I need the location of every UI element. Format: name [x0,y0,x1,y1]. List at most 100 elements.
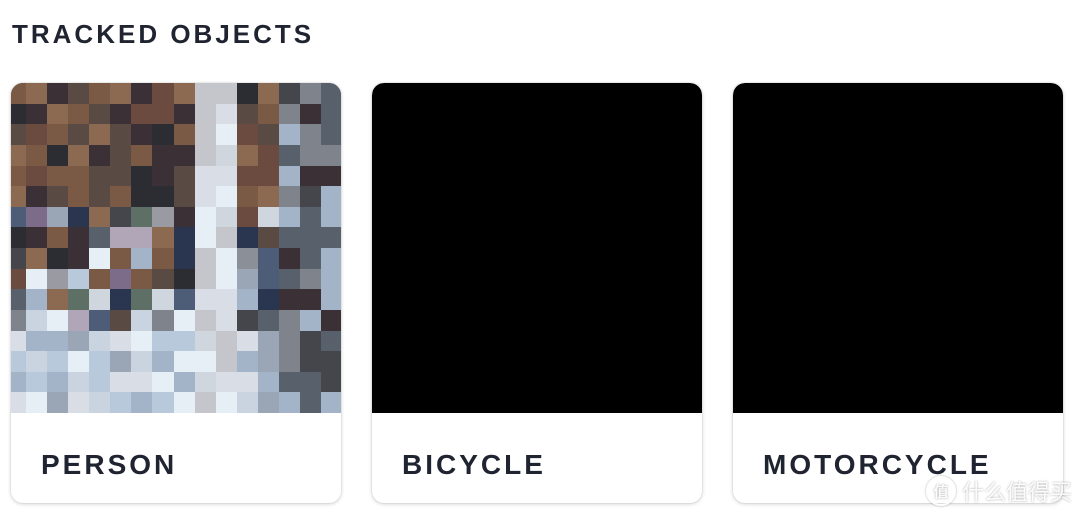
mosaic-pixel [68,227,90,248]
mosaic-pixel [236,289,258,310]
mosaic-pixel [320,144,341,166]
mosaic-pixel [257,268,279,290]
mosaic-pixel [26,227,48,248]
mosaic-pixel [320,206,341,228]
mosaic-pixel [47,289,69,310]
mosaic-pixel [299,103,321,125]
mosaic-pixel [194,165,216,187]
mosaic-pixel [278,103,300,125]
mosaic-pixel [131,186,153,207]
mosaic-pixel [194,206,216,228]
mosaic-pixel [257,351,279,372]
bicycle-snapshot-image [372,83,702,413]
mosaic-pixel [299,289,321,310]
mosaic-pixel [89,289,111,310]
mosaic-pixel [47,268,69,290]
mosaic-pixel [152,351,174,372]
card-label-person: PERSON [41,449,178,480]
mosaic-pixel [11,186,27,207]
mosaic-pixel [299,392,321,413]
mosaic-pixel [152,289,174,310]
mosaic-pixel [89,309,111,331]
mosaic-pixel [278,392,300,413]
mosaic-pixel [110,268,132,290]
mosaic-pixel [173,371,195,393]
mosaic-pixel [278,268,300,290]
mosaic-pixel [68,351,90,372]
mosaic-pixel [89,351,111,372]
mosaic-pixel [68,144,90,166]
mosaic-pixel [89,268,111,290]
mosaic-pixel [89,103,111,125]
mosaic-pixel [131,392,153,413]
mosaic-pixel [215,144,237,166]
mosaic-pixel [299,83,321,104]
mosaic-pixel [152,227,174,248]
mosaic-pixel [257,83,279,104]
mosaic-pixel [152,248,174,269]
mosaic-pixel [47,124,69,145]
mosaic-pixel [257,289,279,310]
mosaic-pixel [278,351,300,372]
mosaic-pixel [89,330,111,352]
mosaic-pixel [47,330,69,352]
mosaic-pixel [68,392,90,413]
mosaic-pixel [194,309,216,331]
mosaic-pixel [26,248,48,269]
watermark-text: 什么值得买 [961,480,1072,505]
mosaic-pixel [299,330,321,352]
mosaic-pixel [68,103,90,125]
mosaic-pixel [173,351,195,372]
mosaic-pixel [236,144,258,166]
mosaic-pixel [110,144,132,166]
mosaic-pixel [11,248,27,269]
mosaic-pixel [320,371,341,393]
mosaic-pixel [278,124,300,145]
mosaic-pixel [278,330,300,352]
mosaic-pixel [152,268,174,290]
mosaic-pixel [320,268,341,290]
mosaic-pixel [152,165,174,187]
mosaic-pixel [26,186,48,207]
mosaic-pixel [152,206,174,228]
mosaic-pixel [110,83,132,104]
mosaic-pixel [173,83,195,104]
mosaic-pixel [173,124,195,145]
mosaic-pixel [320,165,341,187]
mosaic-pixel [320,124,341,145]
mosaic-pixel [257,124,279,145]
mosaic-pixel [152,83,174,104]
mosaic-pixel [11,83,27,104]
mosaic-pixel [299,144,321,166]
mosaic-pixel [110,124,132,145]
mosaic-pixel [194,124,216,145]
person-snapshot-image [11,83,341,413]
tracked-object-card-person[interactable]: PERSON [11,83,341,503]
mosaic-pixel [89,124,111,145]
card-label-bicycle: BICYCLE [402,449,546,480]
mosaic-pixel [68,124,90,145]
mosaic-pixel [68,268,90,290]
tracked-object-card-motorcycle[interactable]: MOTORCYCLE [733,83,1063,503]
mosaic-pixel [320,330,341,352]
mosaic-pixel [173,309,195,331]
mosaic-pixel [320,289,341,310]
mosaic-pixel [89,392,111,413]
mosaic-pixel [110,371,132,393]
tracked-object-card-bicycle[interactable]: BICYCLE [372,83,702,503]
mosaic-pixel [215,371,237,393]
mosaic-pixel [47,351,69,372]
mosaic-pixel [11,144,27,166]
mosaic-pixel [47,227,69,248]
mosaic-pixel [194,248,216,269]
mosaic-pixel [299,206,321,228]
mosaic-pixel [68,248,90,269]
mosaic-pixel [299,351,321,372]
mosaic-pixel [257,227,279,248]
mosaic-pixel [257,144,279,166]
mosaic-pixel [215,227,237,248]
mosaic-pixel [26,371,48,393]
mosaic-pixel [131,289,153,310]
mosaic-pixel [257,371,279,393]
mosaic-pixel [236,124,258,145]
